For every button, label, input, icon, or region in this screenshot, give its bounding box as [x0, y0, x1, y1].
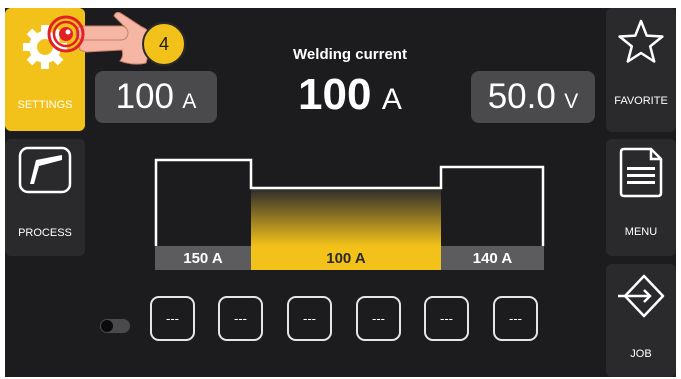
callout-number: 4 [158, 33, 169, 54]
callout-badge: 4 [142, 22, 186, 66]
tap-finger-icon [47, 11, 153, 65]
